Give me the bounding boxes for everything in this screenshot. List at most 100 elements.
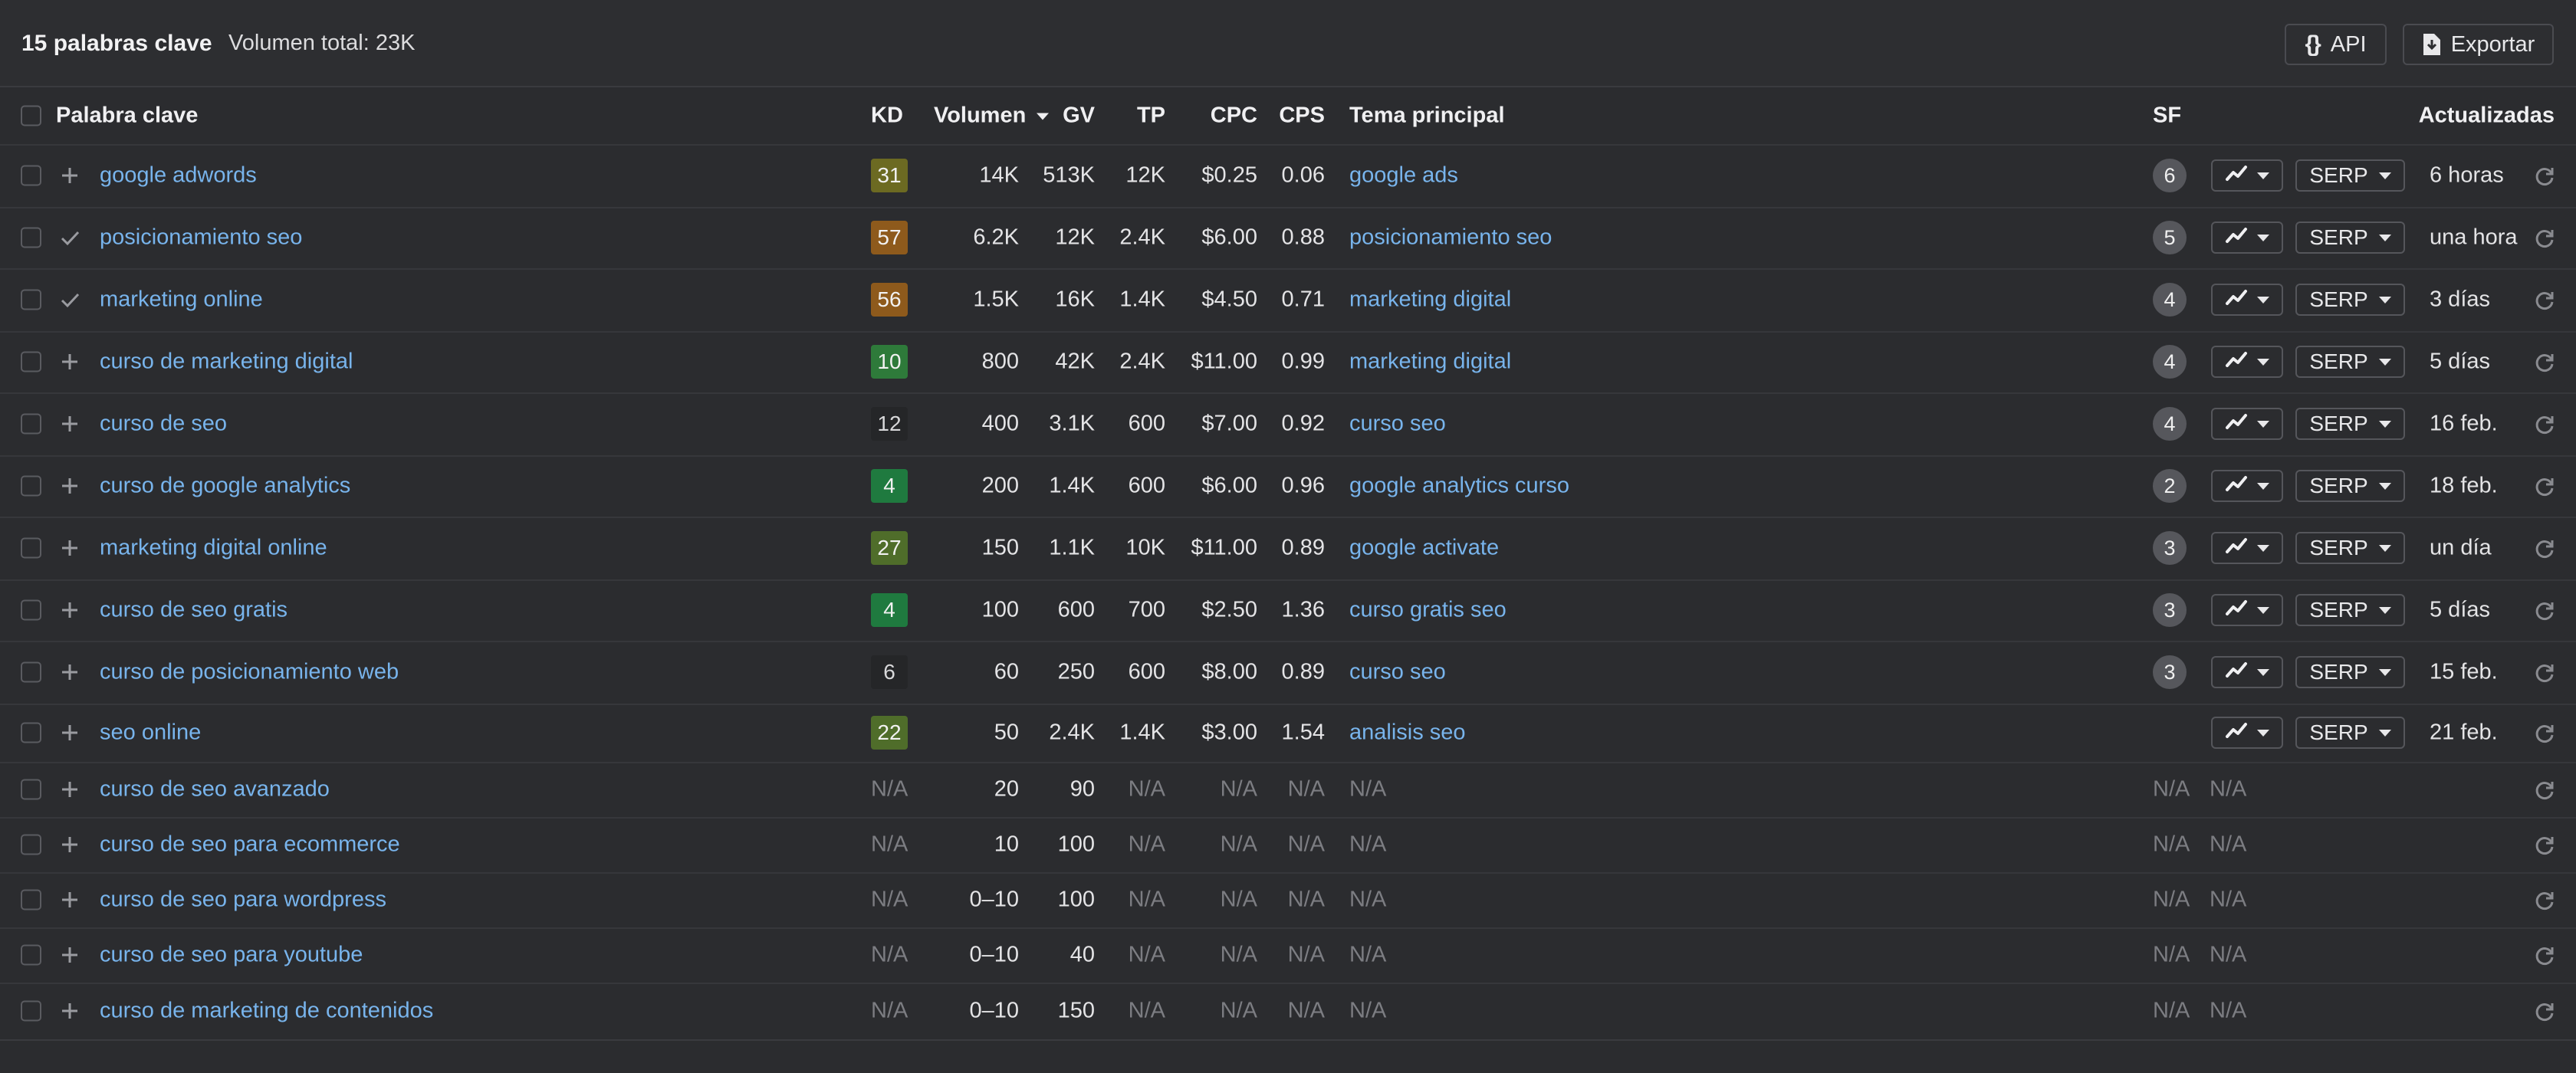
serp-dropdown[interactable]: SERP xyxy=(2295,594,2405,626)
row-checkbox[interactable] xyxy=(21,537,41,559)
add-to-list-icon[interactable] xyxy=(57,776,83,802)
keyword-link[interactable]: curso de marketing digital xyxy=(100,349,353,375)
serp-dropdown[interactable]: SERP xyxy=(2295,532,2405,564)
serp-dropdown[interactable]: SERP xyxy=(2295,284,2405,316)
row-checkbox[interactable] xyxy=(21,779,41,800)
refresh-icon[interactable] xyxy=(2533,661,2556,684)
keyword-link[interactable]: seo online xyxy=(100,720,201,746)
select-all-checkbox[interactable] xyxy=(21,105,41,126)
refresh-icon[interactable] xyxy=(2533,599,2556,622)
add-to-list-icon[interactable] xyxy=(57,720,83,746)
col-cpc[interactable]: CPC xyxy=(1211,103,1257,129)
row-checkbox[interactable] xyxy=(21,1000,41,1022)
add-to-list-icon[interactable] xyxy=(57,162,83,189)
keyword-link[interactable]: posicionamiento seo xyxy=(100,225,302,251)
add-to-list-icon[interactable] xyxy=(57,473,83,499)
add-to-list-icon[interactable] xyxy=(57,998,83,1024)
row-checkbox[interactable] xyxy=(21,227,41,248)
keyword-link[interactable]: curso de seo gratis xyxy=(100,598,288,623)
sf-count-badge[interactable]: 3 xyxy=(2153,593,2187,627)
serp-dropdown[interactable]: SERP xyxy=(2295,408,2405,440)
serp-dropdown[interactable]: SERP xyxy=(2295,159,2405,192)
row-checkbox[interactable] xyxy=(21,889,41,911)
refresh-icon[interactable] xyxy=(2533,721,2556,744)
keyword-link[interactable]: curso de seo para ecommerce xyxy=(100,832,400,858)
add-to-list-icon[interactable] xyxy=(57,411,83,437)
row-checkbox[interactable] xyxy=(21,722,41,743)
keyword-link[interactable]: curso de seo avanzado xyxy=(100,777,330,802)
sf-count-badge[interactable]: 6 xyxy=(2153,159,2187,192)
add-to-list-icon[interactable] xyxy=(57,659,83,685)
add-to-list-icon[interactable] xyxy=(57,349,83,375)
trend-dropdown[interactable] xyxy=(2211,717,2283,749)
add-to-list-icon[interactable] xyxy=(57,887,83,913)
parent-topic-link[interactable]: google ads xyxy=(1349,163,1458,189)
row-checkbox[interactable] xyxy=(21,289,41,310)
col-updated[interactable]: Actualizadas xyxy=(2419,103,2555,129)
keyword-link[interactable]: curso de seo para youtube xyxy=(100,943,363,968)
trend-dropdown[interactable] xyxy=(2211,470,2283,502)
sf-count-badge[interactable]: 4 xyxy=(2153,283,2187,317)
col-sf[interactable]: SF xyxy=(2153,103,2181,129)
parent-topic-link[interactable]: curso seo xyxy=(1349,660,1446,685)
add-to-list-icon[interactable] xyxy=(57,942,83,968)
add-to-list-icon[interactable] xyxy=(57,832,83,858)
sf-count-badge[interactable]: 5 xyxy=(2153,221,2187,254)
refresh-icon[interactable] xyxy=(2533,888,2556,911)
add-to-list-icon[interactable] xyxy=(57,597,83,623)
refresh-icon[interactable] xyxy=(2533,350,2556,373)
keyword-link[interactable]: curso de seo para wordpress xyxy=(100,888,386,913)
serp-dropdown[interactable]: SERP xyxy=(2295,221,2405,254)
keyword-link[interactable]: curso de marketing de contenidos xyxy=(100,999,433,1024)
row-checkbox[interactable] xyxy=(21,944,41,966)
row-checkbox[interactable] xyxy=(21,661,41,683)
parent-topic-link[interactable]: google activate xyxy=(1349,536,1499,561)
parent-topic-link[interactable]: google analytics curso xyxy=(1349,474,1569,499)
keyword-link[interactable]: marketing digital online xyxy=(100,536,327,561)
refresh-icon[interactable] xyxy=(2533,999,2556,1022)
sf-count-badge[interactable]: 3 xyxy=(2153,655,2187,689)
col-keyword[interactable]: Palabra clave xyxy=(56,103,198,129)
keyword-link[interactable]: curso de posicionamiento web xyxy=(100,660,399,685)
refresh-icon[interactable] xyxy=(2533,474,2556,497)
export-button[interactable]: Exportar xyxy=(2403,24,2554,65)
col-topic[interactable]: Tema principal xyxy=(1349,103,1505,129)
parent-topic-link[interactable]: posicionamiento seo xyxy=(1349,225,1552,251)
refresh-icon[interactable] xyxy=(2533,288,2556,311)
trend-dropdown[interactable] xyxy=(2211,408,2283,440)
row-checkbox[interactable] xyxy=(21,165,41,186)
serp-dropdown[interactable]: SERP xyxy=(2295,656,2405,688)
row-checkbox[interactable] xyxy=(21,351,41,372)
col-kd[interactable]: KD xyxy=(871,103,903,129)
row-checkbox[interactable] xyxy=(21,834,41,855)
trend-dropdown[interactable] xyxy=(2211,656,2283,688)
trend-dropdown[interactable] xyxy=(2211,594,2283,626)
col-gv[interactable]: GV xyxy=(1063,103,1095,129)
col-cps[interactable]: CPS xyxy=(1279,103,1325,129)
keyword-link[interactable]: curso de seo xyxy=(100,412,227,437)
row-checkbox[interactable] xyxy=(21,599,41,621)
keyword-link[interactable]: curso de google analytics xyxy=(100,474,350,499)
api-button[interactable]: {} API xyxy=(2285,24,2387,65)
parent-topic-link[interactable]: curso seo xyxy=(1349,412,1446,437)
added-check-icon[interactable] xyxy=(57,225,83,251)
sf-count-badge[interactable]: 2 xyxy=(2153,469,2187,503)
refresh-icon[interactable] xyxy=(2533,833,2556,856)
keyword-link[interactable]: google adwords xyxy=(100,163,257,189)
row-checkbox[interactable] xyxy=(21,475,41,497)
trend-dropdown[interactable] xyxy=(2211,284,2283,316)
row-checkbox[interactable] xyxy=(21,413,41,435)
parent-topic-link[interactable]: analisis seo xyxy=(1349,720,1466,746)
sf-count-badge[interactable]: 3 xyxy=(2153,531,2187,565)
refresh-icon[interactable] xyxy=(2533,412,2556,435)
sf-count-badge[interactable]: 4 xyxy=(2153,407,2187,441)
parent-topic-link[interactable]: curso gratis seo xyxy=(1349,598,1506,623)
trend-dropdown[interactable] xyxy=(2211,346,2283,378)
refresh-icon[interactable] xyxy=(2533,943,2556,966)
refresh-icon[interactable] xyxy=(2533,164,2556,187)
col-volume[interactable]: Volumen xyxy=(934,103,1050,129)
serp-dropdown[interactable]: SERP xyxy=(2295,470,2405,502)
refresh-icon[interactable] xyxy=(2533,536,2556,559)
refresh-icon[interactable] xyxy=(2533,226,2556,249)
col-tp[interactable]: TP xyxy=(1137,103,1165,129)
